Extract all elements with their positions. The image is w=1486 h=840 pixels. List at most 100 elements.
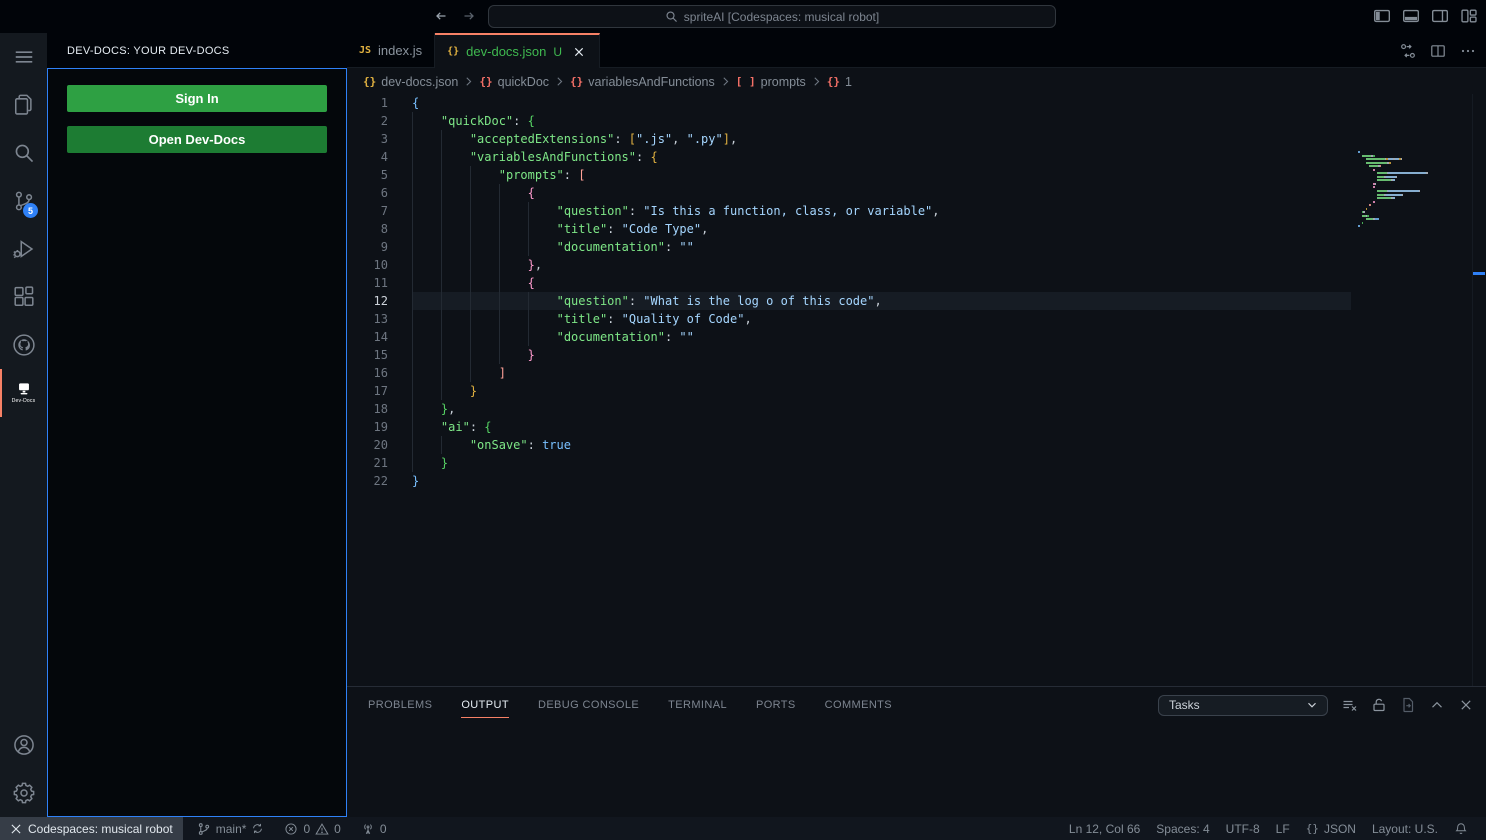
code-editor[interactable]: 12345678910111213141516171819202122 {"qu…: [347, 94, 1486, 686]
close-panel-icon[interactable]: [1458, 697, 1474, 713]
code-line-1[interactable]: {: [412, 94, 1351, 112]
problems-status[interactable]: 0 0: [278, 817, 346, 840]
keyboard-layout-status[interactable]: Layout: U.S.: [1364, 817, 1446, 840]
code-token: "quickDoc": [441, 114, 513, 128]
activity-item-menu[interactable]: [0, 33, 47, 81]
minimap-token: [1375, 218, 1379, 220]
code-line-6[interactable]: {: [412, 184, 1351, 202]
close-tab-icon[interactable]: [571, 44, 587, 60]
minimap-line: [1358, 204, 1470, 206]
editor-gutter: 12345678910111213141516171819202122: [347, 94, 412, 490]
remote-indicator[interactable]: Codespaces: musical robot: [0, 817, 183, 840]
code-token: :: [513, 114, 527, 128]
code-line-14[interactable]: "documentation": "": [412, 328, 1351, 346]
open-changes-icon[interactable]: [1400, 43, 1416, 59]
line-number: 17: [347, 382, 412, 400]
clear-output-icon[interactable]: [1342, 697, 1358, 713]
activity-item-source-control[interactable]: 5: [0, 177, 47, 225]
code-line-11[interactable]: {: [412, 274, 1351, 292]
line-number: 12: [347, 292, 412, 310]
open-output-in-editor-icon[interactable]: [1400, 697, 1416, 713]
minimap[interactable]: [1358, 151, 1470, 229]
code-line-7[interactable]: "question": "Is this a function, class, …: [412, 202, 1351, 220]
line-number: 10: [347, 256, 412, 274]
code-token: "documentation": [557, 330, 665, 344]
minimap-indent: [1358, 165, 1369, 167]
more-actions-icon[interactable]: [1460, 43, 1476, 59]
breadcrumb-item-quickDoc[interactable]: {}quickDoc: [479, 75, 549, 89]
activity-item-extensions[interactable]: [0, 273, 47, 321]
navigate-forward-button[interactable]: [460, 7, 478, 25]
panel-tab-terminal[interactable]: TERMINAL: [668, 687, 727, 723]
activity-item-explorer[interactable]: [0, 81, 47, 129]
code-line-21[interactable]: }: [412, 454, 1351, 472]
activity-item-run-and-debug[interactable]: [0, 225, 47, 273]
code-line-2[interactable]: "quickDoc": {: [412, 112, 1351, 130]
activity-item-accounts[interactable]: [0, 721, 47, 769]
panel-tab-output[interactable]: OUTPUT: [461, 687, 509, 723]
code-line-10[interactable]: },: [412, 256, 1351, 274]
breadcrumb-item-variablesAndFunctions[interactable]: {}variablesAndFunctions: [570, 75, 715, 89]
minimap-line: [1358, 211, 1470, 213]
code-line-12[interactable]: "question": "What is the log o of this c…: [412, 292, 1351, 310]
output-channel-select[interactable]: Tasks: [1158, 695, 1328, 716]
toggle-secondary-sidebar-icon[interactable]: [1431, 7, 1449, 25]
maximize-panel-icon[interactable]: [1429, 697, 1445, 713]
command-center-search[interactable]: spriteAI [Codespaces: musical robot]: [488, 5, 1056, 28]
overview-ruler[interactable]: [1472, 94, 1486, 686]
lock-icon[interactable]: [1371, 697, 1387, 713]
code-line-20[interactable]: "onSave": true: [412, 436, 1351, 454]
indentation-status[interactable]: Spaces: 4: [1148, 817, 1217, 840]
toggle-primary-sidebar-icon[interactable]: [1373, 7, 1391, 25]
eol-status[interactable]: LF: [1268, 817, 1298, 840]
activity-item-settings[interactable]: [0, 769, 47, 817]
code-line-15[interactable]: }: [412, 346, 1351, 364]
code-line-8[interactable]: "title": "Code Type",: [412, 220, 1351, 238]
activity-item-dev-docs[interactable]: Dev-Docs: [0, 369, 47, 417]
notifications-bell[interactable]: [1446, 817, 1476, 840]
code-token: [: [629, 132, 636, 146]
tab-dev-docs.json[interactable]: {}dev-docs.jsonU: [435, 33, 600, 68]
minimap-token: [1362, 222, 1364, 224]
minimap-line: [1358, 176, 1470, 178]
tab-label: index.js: [378, 43, 422, 58]
minimap-token: [1386, 176, 1396, 178]
tab-index.js[interactable]: JSindex.js: [347, 33, 435, 68]
open-dev-docs-button[interactable]: Open Dev-Docs: [67, 126, 327, 153]
breadcrumb-item-1[interactable]: {}1: [827, 75, 852, 89]
toggle-panel-icon[interactable]: [1402, 7, 1420, 25]
code-line-5[interactable]: "prompts": [: [412, 166, 1351, 184]
split-editor-icon[interactable]: [1430, 43, 1446, 59]
code-line-17[interactable]: }: [412, 382, 1351, 400]
code-token: }: [470, 384, 477, 398]
panel-tab-ports[interactable]: PORTS: [756, 687, 796, 723]
code-line-3[interactable]: "acceptedExtensions": [".js", ".py"],: [412, 130, 1351, 148]
code-line-18[interactable]: },: [412, 400, 1351, 418]
code-line-19[interactable]: "ai": {: [412, 418, 1351, 436]
tab-label: dev-docs.json: [466, 44, 546, 59]
ports-status[interactable]: 0: [355, 817, 393, 840]
code-line-9[interactable]: "documentation": "": [412, 238, 1351, 256]
panel-tab-comments[interactable]: COMMENTS: [825, 687, 892, 723]
activity-item-github[interactable]: [0, 321, 47, 369]
navigate-back-button[interactable]: [432, 7, 450, 25]
panel-tab-problems[interactable]: PROBLEMS: [368, 687, 432, 723]
customize-layout-icon[interactable]: [1460, 7, 1478, 25]
cursor-position-status[interactable]: Ln 12, Col 66: [1061, 817, 1148, 840]
code-line-22[interactable]: }: [412, 472, 1351, 490]
sign-in-button[interactable]: Sign In: [67, 85, 327, 112]
indent-guide: [412, 220, 413, 238]
code-token: ".py": [687, 132, 723, 146]
code-line-16[interactable]: ]: [412, 364, 1351, 382]
language-mode-status[interactable]: {}JSON: [1298, 817, 1364, 840]
git-branch-status[interactable]: main*: [191, 817, 271, 840]
breadcrumb-item-prompts[interactable]: [ ]prompts: [736, 75, 806, 89]
panel-tab-debug-console[interactable]: DEBUG CONSOLE: [538, 687, 639, 723]
code-line-13[interactable]: "title": "Quality of Code",: [412, 310, 1351, 328]
indent-guide: [412, 274, 413, 292]
encoding-status[interactable]: UTF-8: [1218, 817, 1268, 840]
activity-item-search[interactable]: [0, 129, 47, 177]
code-line-4[interactable]: "variablesAndFunctions": {: [412, 148, 1351, 166]
indent-guide: [412, 148, 413, 166]
breadcrumb-item-dev-docs.json[interactable]: {}dev-docs.json: [363, 75, 458, 89]
